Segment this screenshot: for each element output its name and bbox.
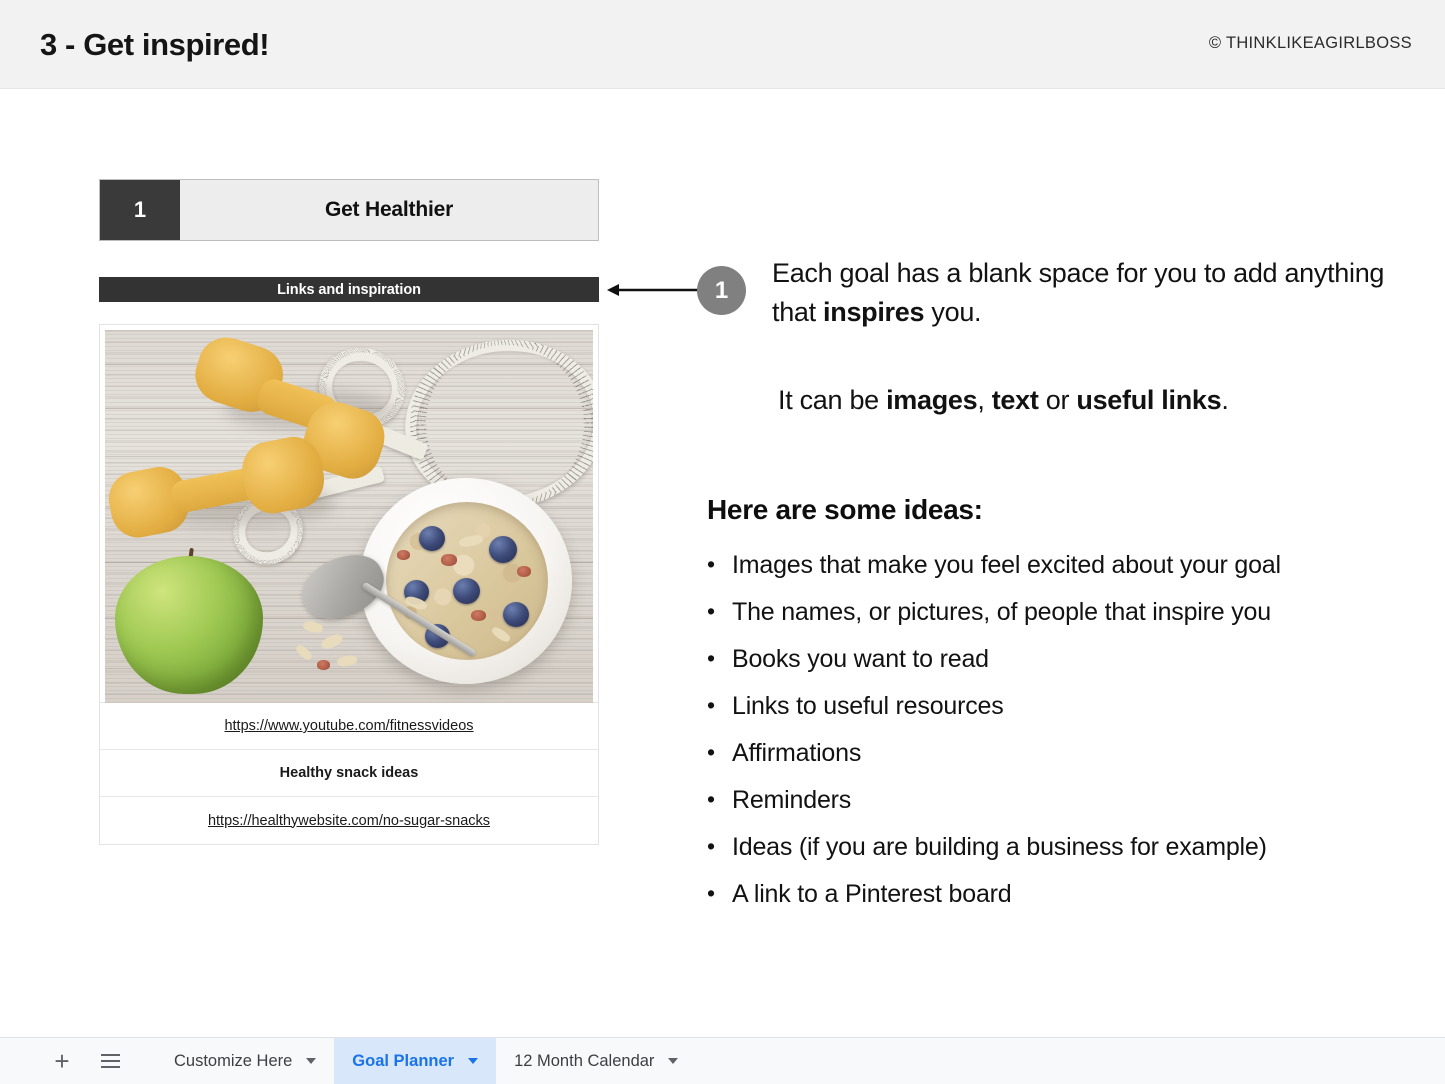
copyright-label: © THINKLIKEAGIRLBOSS <box>1208 34 1412 52</box>
dumbbell-lower <box>105 422 334 571</box>
callout-sub-bold-links: useful links <box>1076 385 1222 415</box>
sheet-tab-label: Goal Planner <box>352 1051 455 1070</box>
page-title: 3 - Get inspired! <box>40 27 270 62</box>
callout-sub-bold-text: text <box>991 385 1039 415</box>
callout-text-bold-inspires: inspires <box>823 297 925 327</box>
sheet-tab-goal-planner[interactable]: Goal Planner <box>334 1037 497 1084</box>
links-inspiration-bar: Links and inspiration <box>99 277 599 302</box>
green-apple <box>115 556 263 694</box>
inspiration-link-row-1[interactable]: https://www.youtube.com/fitnessvideos <box>100 703 598 750</box>
inspiration-link-1[interactable]: https://www.youtube.com/fitnessvideos <box>224 718 473 734</box>
links-table: https://www.youtube.com/fitnessvideos He… <box>99 324 599 845</box>
callout-sub-c: , <box>977 385 992 415</box>
callout-badge-1: 1 <box>697 266 746 315</box>
inspiration-image-cell[interactable] <box>100 325 598 703</box>
callout-text-c: you. <box>924 297 982 327</box>
inspiration-note-text: Healthy snack ideas <box>279 765 419 781</box>
list-item: A link to a Pinterest board <box>707 877 1407 911</box>
plus-icon: + <box>54 1046 70 1076</box>
callout-sub-e: or <box>1038 385 1077 415</box>
callout-sub-g: . <box>1221 385 1229 415</box>
all-sheets-icon[interactable] <box>94 1045 126 1077</box>
inspiration-link-row-2[interactable]: https://healthywebsite.com/no-sugar-snac… <box>100 797 598 844</box>
fitness-photo <box>105 330 593 703</box>
callout-arrow-icon <box>607 284 709 296</box>
callout-subparagraph: It can be images, text or useful links. <box>778 381 1398 420</box>
chevron-down-icon[interactable] <box>306 1058 317 1064</box>
callout-paragraph: Each goal has a blank space for you to a… <box>772 254 1392 332</box>
goal-number-cell: 1 <box>100 180 180 240</box>
callout-sub-bold-images: images <box>886 385 978 415</box>
list-item: Books you want to read <box>707 642 1407 676</box>
sheet-tab-label: Customize Here <box>174 1051 293 1070</box>
slide-page: 3 - Get inspired! © THINKLIKEAGIRLBOSS 1… <box>0 0 1445 1084</box>
inspiration-note-row[interactable]: Healthy snack ideas <box>100 750 598 797</box>
sheet-tab-label: 12 Month Calendar <box>514 1051 655 1070</box>
inspiration-link-2[interactable]: https://healthywebsite.com/no-sugar-snac… <box>208 813 490 829</box>
page-header: 3 - Get inspired! © THINKLIKEAGIRLBOSS <box>0 0 1445 89</box>
ideas-heading: Here are some ideas: <box>707 494 983 525</box>
sheet-tab-12-month-calendar[interactable]: 12 Month Calendar <box>496 1038 696 1084</box>
sheet-tabs: Customize Here Goal Planner 12 Month Cal… <box>156 1037 696 1084</box>
list-item: Images that make you feel excited about … <box>707 548 1407 582</box>
sheet-tab-bar: + Customize Here Goal Planner 12 Month C… <box>0 1037 1445 1084</box>
goal-name-cell[interactable]: Get Healthier <box>180 180 598 240</box>
chevron-down-icon[interactable] <box>468 1058 479 1064</box>
list-item: Links to useful resources <box>707 689 1407 723</box>
list-item: The names, or pictures, of people that i… <box>707 595 1407 629</box>
ideas-list: Images that make you feel excited about … <box>707 548 1407 925</box>
add-sheet-icon[interactable]: + <box>46 1045 78 1077</box>
list-item: Reminders <box>707 783 1407 817</box>
list-item: Affirmations <box>707 736 1407 770</box>
hamburger-icon <box>100 1054 120 1068</box>
goal-header-row: 1 Get Healthier <box>99 179 599 241</box>
chevron-down-icon[interactable] <box>668 1058 679 1064</box>
list-item: Ideas (if you are building a business fo… <box>707 830 1407 864</box>
callout-sub-a: It can be <box>778 385 887 415</box>
sheet-tab-customize-here[interactable]: Customize Here <box>156 1038 334 1084</box>
